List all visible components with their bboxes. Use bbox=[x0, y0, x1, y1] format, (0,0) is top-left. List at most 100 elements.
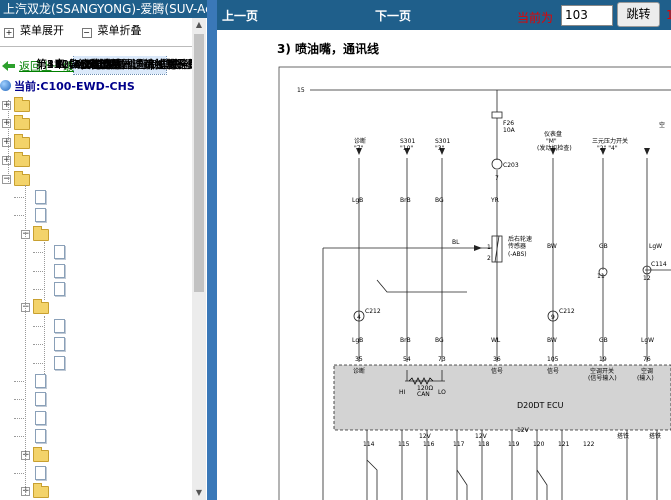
svg-text:118: 118 bbox=[478, 441, 490, 448]
svg-text:76: 76 bbox=[643, 356, 651, 363]
back-arrow-icon bbox=[2, 59, 15, 71]
document-icon bbox=[35, 410, 46, 425]
svg-text:4: 4 bbox=[357, 314, 361, 321]
svg-text:信号: 信号 bbox=[547, 367, 559, 375]
svg-text:诊断: 诊断 bbox=[353, 367, 365, 375]
document-icon bbox=[35, 374, 46, 388]
svg-text:12V: 12V bbox=[475, 433, 488, 440]
svg-text:BW: BW bbox=[547, 337, 557, 344]
document-icon bbox=[54, 355, 65, 370]
svg-text:C203: C203 bbox=[503, 162, 519, 169]
window-title: 上汽双龙(SSANGYONG)-爱腾(SUV-Actyon) bbox=[0, 0, 207, 18]
svg-text:"3": "3" bbox=[435, 145, 445, 152]
svg-text:1: 1 bbox=[487, 244, 491, 251]
svg-text:BrB: BrB bbox=[400, 337, 411, 344]
collapse-icon: − bbox=[81, 28, 92, 38]
svg-text:LgB: LgB bbox=[352, 337, 363, 344]
svg-text:(信号输入): (信号输入) bbox=[588, 374, 617, 382]
svg-text:空调: 空调 bbox=[641, 367, 653, 375]
svg-text:114: 114 bbox=[363, 441, 375, 448]
svg-text:空调开关: 空调开关 bbox=[590, 367, 614, 375]
svg-text:35: 35 bbox=[355, 356, 363, 363]
prev-page-link[interactable]: 上一页 bbox=[222, 7, 258, 24]
svg-text:F26: F26 bbox=[503, 120, 514, 127]
folder-icon bbox=[33, 446, 49, 462]
svg-text:后右轮速: 后右轮速 bbox=[508, 235, 532, 243]
svg-text:117: 117 bbox=[453, 441, 465, 448]
svg-text:12V: 12V bbox=[419, 433, 432, 440]
svg-text:GB: GB bbox=[599, 243, 608, 250]
page-nav-bar: 上一页 下一页 当前为 103 跳转 1 bbox=[217, 0, 671, 30]
svg-text:36: 36 bbox=[493, 356, 501, 363]
scrollbar-thumb[interactable] bbox=[194, 34, 204, 292]
expand-label: 菜单展开 bbox=[20, 24, 64, 37]
svg-text:119: 119 bbox=[508, 441, 520, 448]
svg-text:S301: S301 bbox=[400, 138, 415, 145]
svg-text:GB: GB bbox=[599, 337, 608, 344]
tree-item[interactable]: 12、室内灯 bbox=[55, 56, 113, 74]
scroll-up-arrow-icon[interactable]: ▲ bbox=[192, 18, 206, 32]
svg-text:7: 7 bbox=[495, 175, 499, 182]
svg-text:LgW: LgW bbox=[641, 337, 654, 344]
svg-text:12: 12 bbox=[643, 275, 651, 282]
next-page-link[interactable]: 下一页 bbox=[375, 7, 411, 24]
svg-text:BG: BG bbox=[435, 337, 444, 344]
ecu-name: D20DT ECU bbox=[517, 401, 564, 410]
chapter-tree: 返回上一级 当前:C100-EWD-CHS +第1章 如何判读电路图+第2章 导… bbox=[0, 56, 192, 500]
svg-text:54: 54 bbox=[403, 356, 411, 363]
document-icon bbox=[54, 337, 65, 352]
tree-toggle-icon[interactable]: + bbox=[2, 156, 11, 166]
svg-text:搭铁: 搭铁 bbox=[617, 432, 629, 440]
page-overflow-text: 1 bbox=[666, 8, 671, 22]
svg-text:115: 115 bbox=[398, 441, 410, 448]
svg-text:C212: C212 bbox=[365, 308, 381, 315]
tree-toggle-icon[interactable]: − bbox=[2, 174, 11, 184]
svg-text:12V: 12V bbox=[517, 427, 530, 434]
svg-text:搭铁: 搭铁 bbox=[649, 432, 661, 440]
document-icon bbox=[35, 208, 46, 223]
page-number-input[interactable]: 103 bbox=[561, 5, 613, 26]
collapse-label: 菜单折叠 bbox=[97, 24, 142, 37]
svg-text:"2" "4": "2" "4" bbox=[597, 145, 618, 152]
svg-text:10A: 10A bbox=[503, 127, 516, 134]
document-icon bbox=[54, 245, 65, 260]
svg-text:空: 空 bbox=[659, 121, 665, 129]
document-icon bbox=[54, 263, 65, 278]
jump-button[interactable]: 跳转 bbox=[617, 2, 660, 27]
pane-splitter[interactable] bbox=[207, 0, 217, 500]
tree-toggle-icon[interactable]: + bbox=[2, 101, 11, 110]
svg-text:9: 9 bbox=[551, 314, 555, 321]
svg-text:2: 2 bbox=[487, 255, 491, 262]
tree-toggle-icon[interactable]: + bbox=[2, 119, 11, 129]
svg-text:(发动机检查): (发动机检查) bbox=[537, 144, 572, 152]
globe-icon bbox=[0, 80, 11, 91]
svg-text:诊断: 诊断 bbox=[354, 137, 366, 145]
sidebar-scrollbar[interactable]: ▲ ▼ bbox=[192, 18, 206, 500]
svg-text:LgB: LgB bbox=[352, 197, 363, 204]
wiring-diagram: 15 F26 10A C203 诊断"7" S301"10" S301"3" 仪… bbox=[278, 66, 671, 500]
wire-number-label: 15 bbox=[297, 87, 305, 94]
svg-text:仪表盘: 仪表盘 bbox=[544, 130, 562, 138]
scroll-down-arrow-icon[interactable]: ▼ bbox=[192, 486, 206, 500]
svg-text:120: 120 bbox=[533, 441, 545, 448]
svg-text:LO: LO bbox=[438, 389, 446, 396]
folder-icon bbox=[14, 97, 30, 112]
expand-menu-button[interactable]: + 菜单展开 bbox=[4, 22, 64, 38]
svg-text:121: 121 bbox=[558, 441, 570, 448]
svg-text:YR: YR bbox=[490, 197, 499, 204]
svg-text:C114: C114 bbox=[651, 261, 667, 268]
tree-toggle-icon[interactable]: + bbox=[2, 137, 11, 147]
svg-text:11: 11 bbox=[597, 273, 605, 280]
svg-text:BL: BL bbox=[452, 239, 460, 246]
folder-icon bbox=[33, 483, 49, 499]
svg-text:"10": "10" bbox=[400, 145, 413, 152]
svg-text:信号: 信号 bbox=[491, 367, 503, 375]
svg-text:BW: BW bbox=[547, 243, 557, 250]
collapse-menu-button[interactable]: − 菜单折叠 bbox=[81, 22, 142, 38]
svg-text:73: 73 bbox=[438, 356, 446, 363]
svg-text:"M": "M" bbox=[546, 138, 557, 145]
folder-open-icon bbox=[33, 299, 49, 315]
current-node: 当前:C100-EWD-CHS bbox=[0, 78, 135, 96]
document-icon bbox=[54, 282, 65, 296]
document-icon bbox=[54, 318, 65, 333]
